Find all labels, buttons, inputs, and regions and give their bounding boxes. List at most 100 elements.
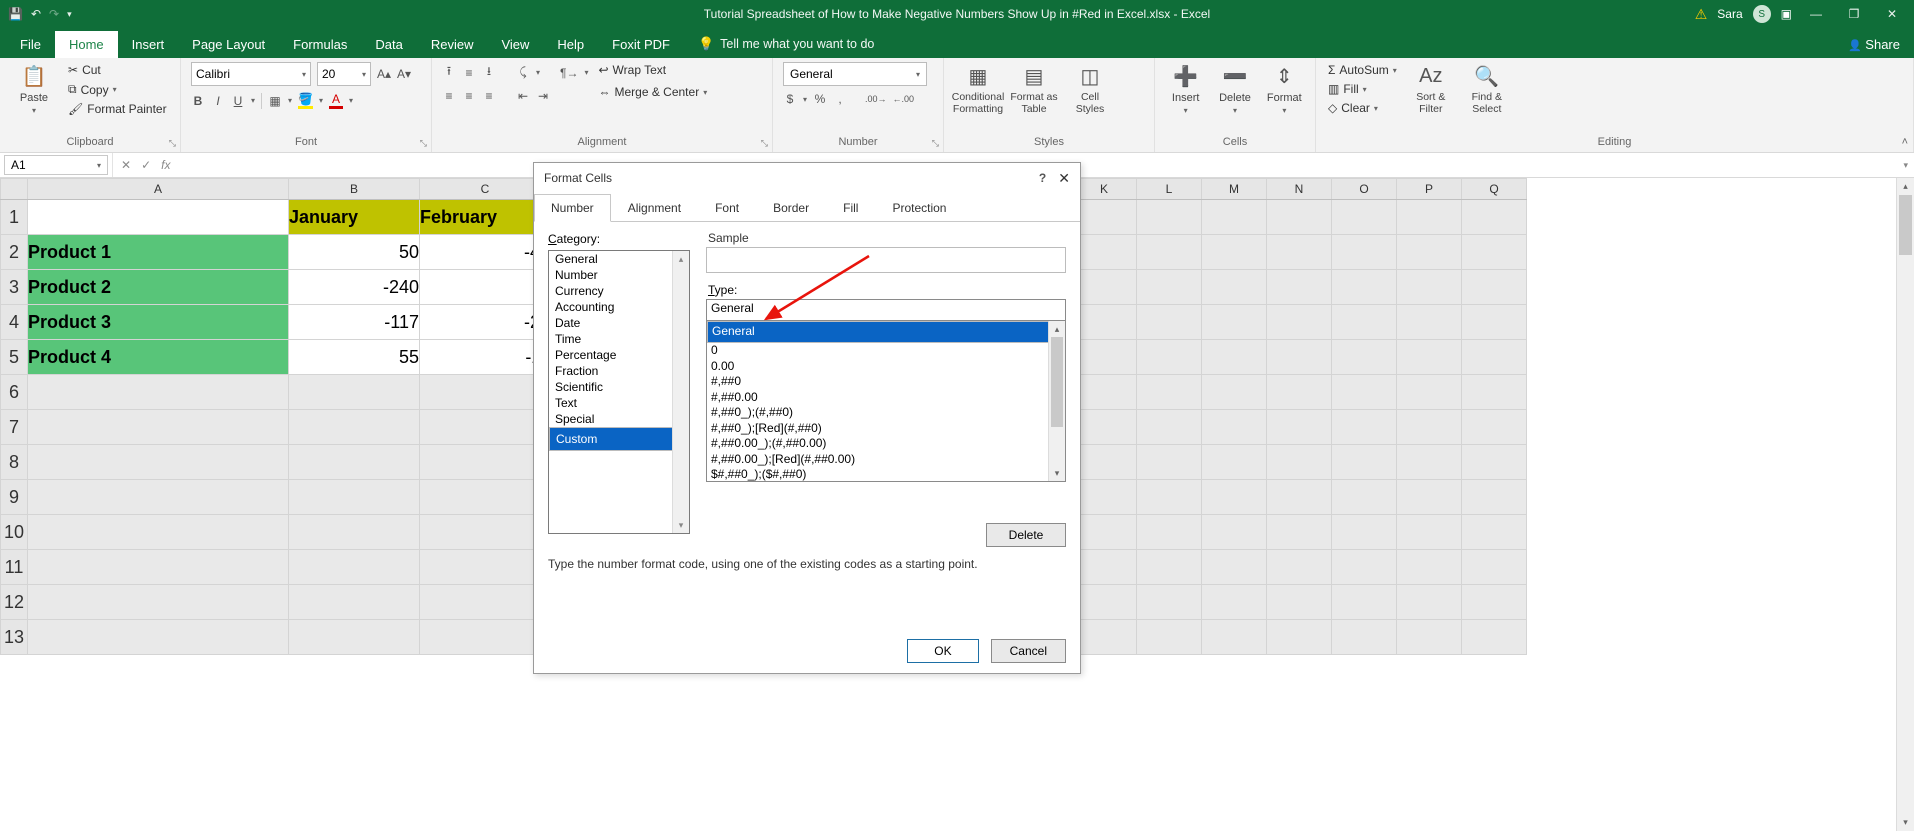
tab-review[interactable]: Review — [417, 31, 488, 58]
font-launcher-icon[interactable]: ⤡ — [420, 138, 427, 149]
cell-styles-button[interactable]: ◫Cell Styles — [1066, 62, 1114, 115]
scroll-up-icon[interactable]: ▴ — [673, 251, 689, 267]
collapse-ribbon-icon[interactable]: ˄ — [1902, 136, 1908, 148]
cell[interactable] — [1332, 270, 1397, 305]
format-as-table-button[interactable]: ▤Format as Table — [1010, 62, 1058, 115]
cell[interactable] — [1137, 305, 1202, 340]
dialog-tab-fill[interactable]: Fill — [826, 194, 875, 222]
cell[interactable] — [1462, 515, 1527, 550]
cell[interactable] — [1137, 270, 1202, 305]
cell[interactable] — [1202, 550, 1267, 585]
cell[interactable] — [420, 410, 551, 445]
enter-formula-icon[interactable]: ✓ — [141, 158, 151, 172]
tab-home[interactable]: Home — [55, 31, 118, 58]
cell[interactable] — [1137, 480, 1202, 515]
scroll-down-icon[interactable]: ▾ — [1897, 814, 1914, 831]
indent-decrease-icon[interactable]: ⇤ — [516, 89, 530, 103]
find-select-button[interactable]: 🔍Find & Select — [1463, 62, 1511, 115]
row-header[interactable]: 1 — [1, 200, 28, 235]
row-header[interactable]: 11 — [1, 550, 28, 585]
category-item[interactable]: Text — [549, 395, 689, 411]
tab-insert[interactable]: Insert — [118, 31, 179, 58]
cut-button[interactable]: ✂Cut — [66, 62, 169, 78]
cell[interactable] — [1202, 270, 1267, 305]
increase-decimal-icon[interactable]: .00→ — [865, 94, 887, 104]
category-item[interactable]: Accounting — [549, 299, 689, 315]
dialog-close-icon[interactable]: ✕ — [1058, 170, 1070, 187]
cell[interactable] — [1462, 480, 1527, 515]
cell[interactable] — [1462, 620, 1527, 655]
category-item[interactable]: Scientific — [549, 379, 689, 395]
clear-button[interactable]: ◇Clear▾ — [1326, 100, 1399, 116]
cell[interactable] — [1267, 515, 1332, 550]
qat-customize-icon[interactable]: ▾ — [67, 9, 72, 20]
cell[interactable]: 55 — [289, 340, 420, 375]
paste-button[interactable]: 📋 Paste ▾ — [10, 62, 58, 115]
redo-icon[interactable]: ↷ — [49, 7, 59, 21]
row-header[interactable]: 12 — [1, 585, 28, 620]
cell[interactable] — [420, 375, 551, 410]
row-header[interactable]: 2 — [1, 235, 28, 270]
cell[interactable] — [1397, 515, 1462, 550]
tell-me[interactable]: 💡 Tell me what you want to do — [684, 30, 888, 58]
cell[interactable] — [1137, 235, 1202, 270]
scroll-down-icon[interactable]: ▾ — [1049, 465, 1065, 481]
cell[interactable] — [289, 410, 420, 445]
cell[interactable] — [1072, 620, 1137, 655]
category-item[interactable]: Special — [549, 411, 689, 427]
cell[interactable] — [1462, 550, 1527, 585]
cell[interactable] — [1397, 235, 1462, 270]
category-item[interactable]: General — [549, 251, 689, 267]
cell[interactable] — [1332, 585, 1397, 620]
dialog-titlebar[interactable]: Format Cells ? ✕ — [534, 163, 1080, 193]
indent-increase-icon[interactable]: ⇥ — [536, 89, 550, 103]
ltr-icon[interactable]: ¶→ — [560, 66, 578, 80]
cell[interactable] — [289, 620, 420, 655]
col-header[interactable]: Q — [1462, 179, 1527, 200]
cell[interactable] — [1202, 445, 1267, 480]
cell[interactable] — [28, 200, 289, 235]
autosum-button[interactable]: ΣAutoSum▾ — [1326, 62, 1399, 78]
cell[interactable] — [1332, 445, 1397, 480]
type-list[interactable]: General00.00#,##0#,##0.00#,##0_);(#,##0)… — [706, 321, 1066, 482]
cell[interactable] — [1137, 200, 1202, 235]
type-item[interactable]: 0.00 — [707, 359, 1065, 375]
cell[interactable] — [28, 550, 289, 585]
category-item[interactable]: Custom — [549, 427, 689, 451]
font-color-button[interactable]: A — [329, 92, 343, 109]
format-cells-button[interactable]: ⇕Format▾ — [1264, 62, 1305, 115]
cell[interactable] — [1332, 200, 1397, 235]
underline-button[interactable]: U — [231, 94, 245, 108]
minimize-button[interactable]: — — [1802, 7, 1830, 21]
dialog-help-icon[interactable]: ? — [1039, 171, 1046, 185]
cell[interactable] — [1397, 340, 1462, 375]
cell[interactable] — [1332, 480, 1397, 515]
cell[interactable] — [1072, 585, 1137, 620]
cell[interactable] — [289, 375, 420, 410]
fx-icon[interactable]: fx — [161, 158, 170, 172]
type-item[interactable]: 0 — [707, 343, 1065, 359]
font-size-combo[interactable]: 20▾ — [317, 62, 371, 86]
category-item[interactable]: Date — [549, 315, 689, 331]
comma-icon[interactable]: , — [833, 92, 847, 106]
cell[interactable] — [1202, 480, 1267, 515]
cell[interactable] — [1267, 620, 1332, 655]
align-left-icon[interactable]: ≡ — [442, 89, 456, 103]
select-all-corner[interactable] — [1, 179, 28, 200]
cell[interactable] — [1397, 200, 1462, 235]
cell[interactable] — [1137, 550, 1202, 585]
cell[interactable] — [420, 620, 551, 655]
align-top-icon[interactable]: ⭱ — [442, 62, 456, 83]
cell[interactable] — [1202, 200, 1267, 235]
bold-button[interactable]: B — [191, 94, 205, 108]
ok-button[interactable]: OK — [907, 639, 978, 663]
cell[interactable] — [1332, 410, 1397, 445]
dialog-tab-protection[interactable]: Protection — [875, 194, 963, 222]
cell[interactable] — [1267, 270, 1332, 305]
cell[interactable]: -240 — [289, 270, 420, 305]
category-item[interactable]: Fraction — [549, 363, 689, 379]
row-header[interactable]: 4 — [1, 305, 28, 340]
cell[interactable] — [420, 445, 551, 480]
cell[interactable] — [289, 515, 420, 550]
cell[interactable]: Product 3 — [28, 305, 289, 340]
